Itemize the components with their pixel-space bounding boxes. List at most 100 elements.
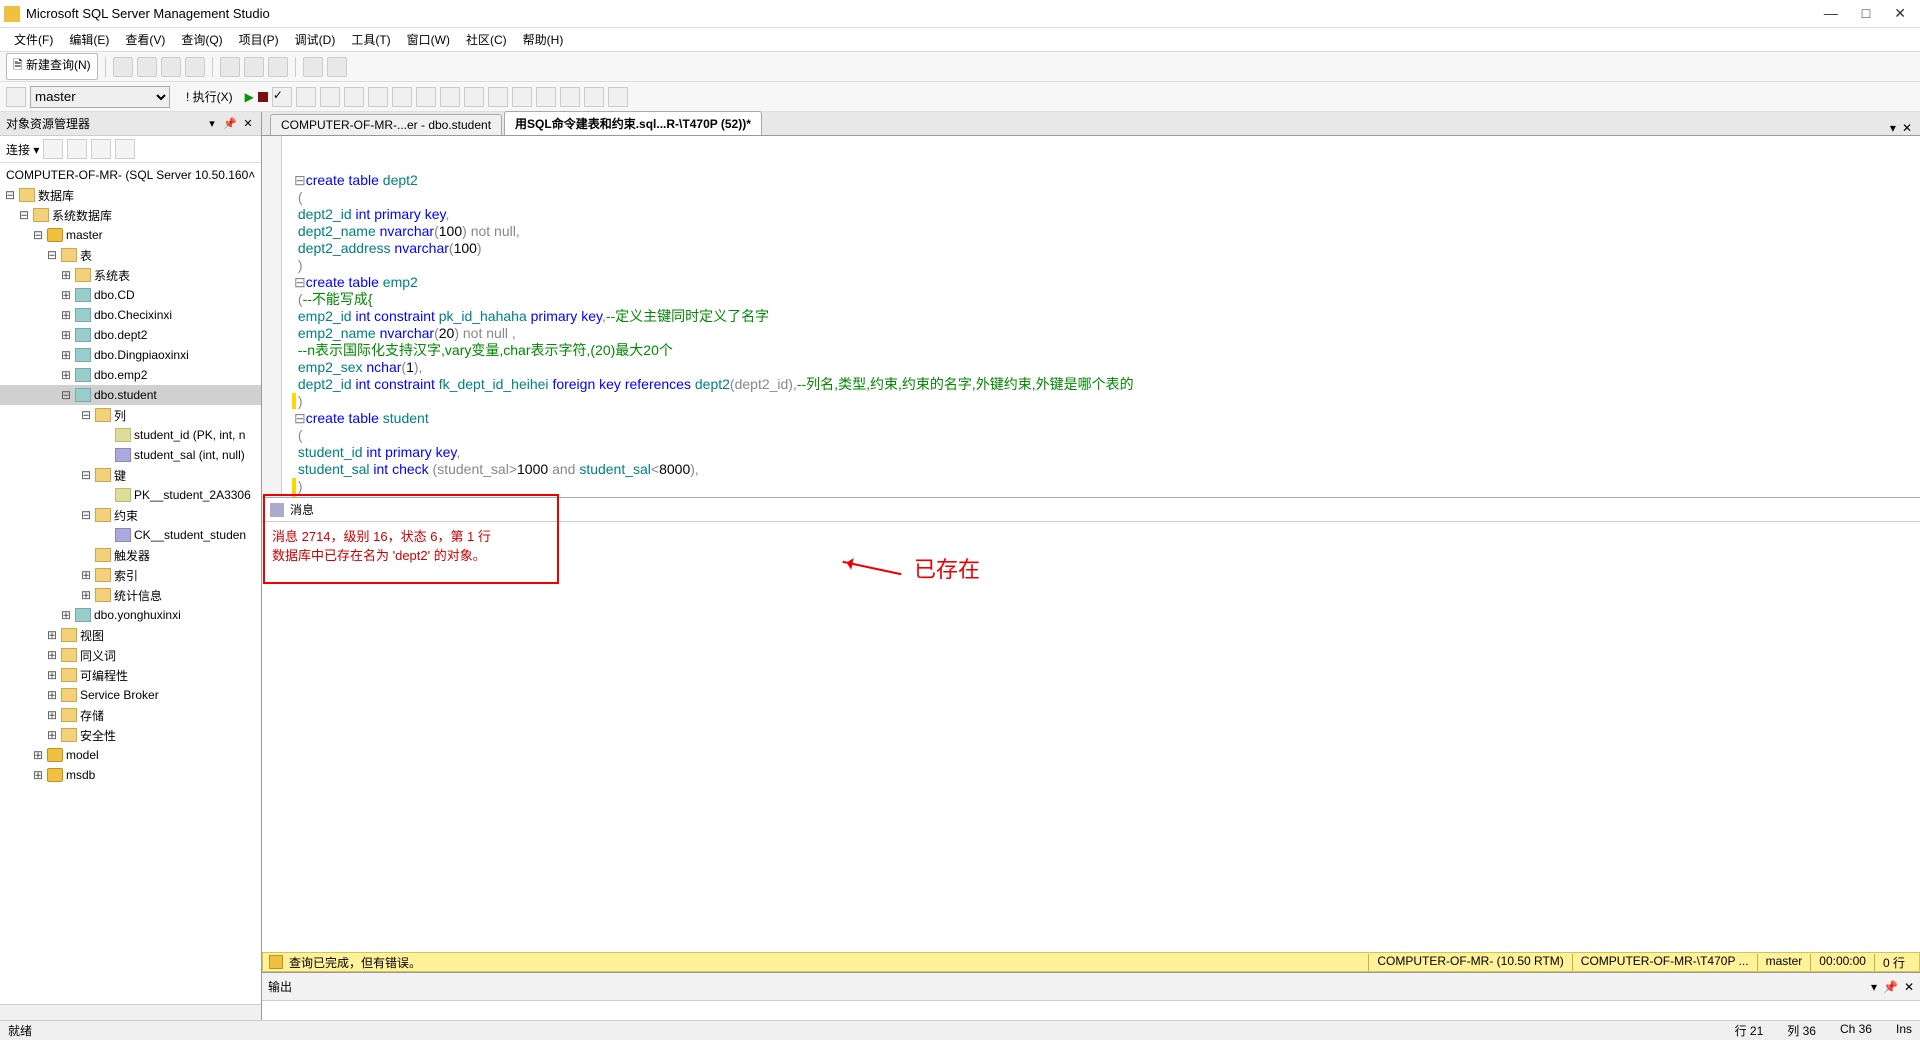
tree-node[interactable]: ⊟约束 xyxy=(0,505,261,525)
menu-query[interactable]: 查询(Q) xyxy=(175,29,228,50)
menu-help[interactable]: 帮助(H) xyxy=(517,29,570,50)
toolbar-btn[interactable] xyxy=(440,87,460,107)
tree-node[interactable]: 触发器 xyxy=(0,545,261,565)
close-icon[interactable]: ✕ xyxy=(241,117,255,131)
tree-node[interactable]: ⊞存储 xyxy=(0,705,261,725)
debug-icon[interactable]: ▶ xyxy=(245,90,254,104)
tree-node[interactable]: ⊟表 xyxy=(0,245,261,265)
toolbar-btn[interactable] xyxy=(464,87,484,107)
close-icon[interactable]: ✕ xyxy=(1904,980,1914,994)
tree-leaf[interactable]: CK__student_studen xyxy=(0,525,261,545)
minimize-icon[interactable]: — xyxy=(1824,5,1838,22)
explorer-title: 对象资源管理器 xyxy=(6,115,90,132)
dropdown-icon[interactable]: ▾ xyxy=(1871,980,1877,994)
tree-node[interactable]: ⊟数据库 xyxy=(0,185,261,205)
app-icon xyxy=(4,6,20,22)
toolbar-btn[interactable] xyxy=(488,87,508,107)
scrollbar-h[interactable] xyxy=(0,1004,261,1020)
tree-node-selected[interactable]: ⊟dbo.student xyxy=(0,385,261,405)
toolbar-btn[interactable] xyxy=(320,87,340,107)
tab-active[interactable]: 用SQL命令建表和约束.sql...R-\T470P (52))* xyxy=(504,111,762,135)
tree-node[interactable]: ⊞dbo.emp2 xyxy=(0,365,261,385)
toolbar-btn[interactable] xyxy=(6,87,26,107)
sql-editor[interactable]: ⊟create table dept2 ( dept2_id int prima… xyxy=(262,136,1920,498)
tree-node[interactable]: ⊞model xyxy=(0,745,261,765)
menu-project[interactable]: 项目(P) xyxy=(233,29,285,50)
toolbar-btn[interactable] xyxy=(113,57,133,77)
toolbar-btn[interactable] xyxy=(560,87,580,107)
tree-node[interactable]: ⊞dbo.CD xyxy=(0,285,261,305)
menu-community[interactable]: 社区(C) xyxy=(460,29,513,50)
menu-edit[interactable]: 编辑(E) xyxy=(63,29,115,50)
menu-file[interactable]: 文件(F) xyxy=(8,29,59,50)
menu-window[interactable]: 窗口(W) xyxy=(401,29,456,50)
maximize-icon[interactable]: □ xyxy=(1862,5,1870,22)
output-body[interactable] xyxy=(262,1000,1920,1020)
pin-icon[interactable]: 📌 xyxy=(1883,980,1898,994)
tree-node[interactable]: ⊟列 xyxy=(0,405,261,425)
close-icon[interactable]: ✕ xyxy=(1894,5,1906,22)
toolbar-btn[interactable] xyxy=(67,139,87,159)
toolbar-btn[interactable] xyxy=(512,87,532,107)
tab-dropdown-icon[interactable]: ▾ xyxy=(1890,121,1896,135)
tab-inactive[interactable]: COMPUTER-OF-MR-...er - dbo.student xyxy=(270,114,502,135)
database-combo[interactable]: master xyxy=(30,86,170,108)
tree-node[interactable]: ⊞dbo.Dingpiaoxinxi xyxy=(0,345,261,365)
toolbar-btn[interactable] xyxy=(303,57,323,77)
tree-node[interactable]: ⊞Service Broker xyxy=(0,685,261,705)
tree-node[interactable]: ⊟键 xyxy=(0,465,261,485)
toolbar-btn[interactable] xyxy=(161,57,181,77)
tree-node[interactable]: ⊞安全性 xyxy=(0,725,261,745)
tree-node[interactable]: ⊞dbo.yonghuxinxi xyxy=(0,605,261,625)
new-query-button[interactable]: 🗎 新建查询(N) xyxy=(6,53,98,80)
messages-tab[interactable]: 消息 xyxy=(262,498,1920,522)
dropdown-icon[interactable]: ▾ xyxy=(205,117,219,131)
toolbar-btn[interactable] xyxy=(296,87,316,107)
toolbar-btn[interactable] xyxy=(608,87,628,107)
tree[interactable]: COMPUTER-OF-MR- (SQL Server 10.50.160 ˄ … xyxy=(0,163,261,1004)
server-node[interactable]: COMPUTER-OF-MR- (SQL Server 10.50.160 ˄ xyxy=(0,165,261,185)
save-all-icon[interactable] xyxy=(268,57,288,77)
tree-node[interactable]: ⊞dbo.Checixinxi xyxy=(0,305,261,325)
toolbar-btn[interactable] xyxy=(185,57,205,77)
tree-node[interactable]: ⊞可编程性 xyxy=(0,665,261,685)
open-icon[interactable] xyxy=(220,57,240,77)
pin-icon[interactable]: 📌 xyxy=(223,117,237,131)
toolbar-btn[interactable] xyxy=(368,87,388,107)
tree-node[interactable]: ⊞dbo.dept2 xyxy=(0,325,261,345)
execute-button[interactable]: ! 执行(X) xyxy=(178,86,241,107)
toolbar-btn[interactable] xyxy=(91,139,111,159)
toolbar-btn[interactable] xyxy=(115,139,135,159)
tree-node[interactable]: ⊟系统数据库 xyxy=(0,205,261,225)
messages-body[interactable]: 消息 2714，级别 16，状态 6，第 1 行 数据库中已存在名为 'dept… xyxy=(262,522,1920,952)
toolbar-btn[interactable] xyxy=(536,87,556,107)
toolbar-btn[interactable] xyxy=(416,87,436,107)
menu-debug[interactable]: 调试(D) xyxy=(289,29,342,50)
results-panel: 消息 消息 2714，级别 16，状态 6，第 1 行 数据库中已存在名为 'd… xyxy=(262,498,1920,972)
toolbar-btn[interactable] xyxy=(327,57,347,77)
menu-tools[interactable]: 工具(T) xyxy=(345,29,396,50)
connect-button[interactable]: 连接 ▾ xyxy=(6,141,39,158)
tab-close-icon[interactable]: ✕ xyxy=(1902,121,1912,135)
tree-node[interactable]: ⊞统计信息 xyxy=(0,585,261,605)
toolbar-btn[interactable] xyxy=(43,139,63,159)
toolbar-btn[interactable] xyxy=(584,87,604,107)
stop-icon[interactable] xyxy=(258,92,268,102)
tree-leaf[interactable]: student_sal (int, null) xyxy=(0,445,261,465)
tree-node[interactable]: ⊞同义词 xyxy=(0,645,261,665)
tree-node[interactable]: ⊞msdb xyxy=(0,765,261,785)
parse-icon[interactable]: ✓ xyxy=(272,87,292,107)
toolbar-btn[interactable] xyxy=(392,87,412,107)
tree-node[interactable]: ⊞视图 xyxy=(0,625,261,645)
tree-node[interactable]: ⊟master xyxy=(0,225,261,245)
toolbar-btn[interactable] xyxy=(137,57,157,77)
sql-toolbar: master ! 执行(X) ▶ ✓ xyxy=(0,82,1920,112)
tree-leaf[interactable]: student_id (PK, int, n xyxy=(0,425,261,445)
save-icon[interactable] xyxy=(244,57,264,77)
tree-node[interactable]: ⊞系统表 xyxy=(0,265,261,285)
menu-view[interactable]: 查看(V) xyxy=(119,29,171,50)
toolbar-btn[interactable] xyxy=(344,87,364,107)
tree-node[interactable]: ⊞索引 xyxy=(0,565,261,585)
tree-leaf[interactable]: PK__student_2A3306 xyxy=(0,485,261,505)
status-bar: 就绪 行 21 列 36 Ch 36 Ins xyxy=(0,1020,1920,1040)
